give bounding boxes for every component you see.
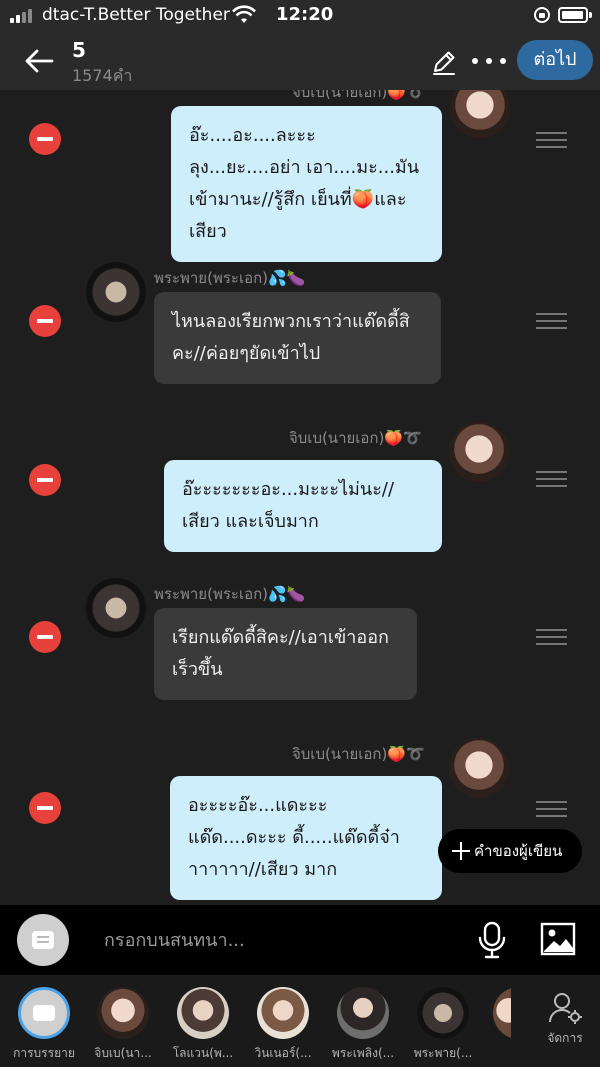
avatar	[86, 578, 146, 638]
chapter-title: 5	[72, 38, 86, 62]
character-label: พระเพลิง(...	[331, 1046, 395, 1060]
delete-message-button[interactable]	[29, 305, 61, 337]
character-label: วินเนอร์(...	[254, 1046, 312, 1060]
back-arrow-icon[interactable]	[22, 44, 56, 78]
sender-name: จิบเบ(นายเอก)🍑➰	[292, 745, 425, 763]
character-item[interactable]: วินเนอร์(...	[253, 987, 313, 1063]
narration-avatar	[18, 987, 70, 1039]
character-narration[interactable]: การบรรยาย	[13, 987, 75, 1063]
battery-icon	[558, 7, 592, 23]
character-item[interactable]: พระพาย(...	[413, 987, 473, 1063]
status-time: 12:20	[276, 4, 334, 25]
drag-handle-icon[interactable]	[536, 629, 567, 645]
character-item[interactable]: จิบเบ(นา...	[93, 987, 153, 1063]
delete-message-button[interactable]	[29, 123, 61, 155]
avatar	[86, 262, 146, 322]
chat-area[interactable]: จิบเบ(นายเอก)🍑➰ อ๊ะ....อะ....ละะะลุง...ย…	[0, 90, 600, 905]
avatar	[177, 987, 229, 1039]
input-bar	[0, 905, 600, 975]
character-label: โลแวน(พ...	[172, 1046, 234, 1060]
more-options-icon[interactable]	[472, 58, 506, 66]
avatar	[417, 987, 469, 1039]
character-label: พระพาย(...	[413, 1046, 473, 1060]
next-button[interactable]: ต่อไป	[517, 40, 593, 80]
wifi-icon	[232, 5, 256, 23]
manage-characters-button[interactable]: จัดการ	[540, 991, 590, 1048]
avatar	[97, 987, 149, 1039]
sender-name: พระพาย(พระเอก)💦🍆	[154, 269, 306, 287]
message-bubble[interactable]: เรียกแด๊ดดี้สิคะ//เอาเข้าออก เร็วขึ้น	[154, 608, 417, 700]
message-bubble[interactable]: อะะะะอ๊ะ...แดะะะแด๊ด....ดะะะ ดี้.....แด๊…	[170, 776, 442, 900]
message-bubble[interactable]: ไหนลองเรียกพวกเราว่าแด๊ดดี้สิ คะ//ค่อยๆย…	[154, 292, 441, 384]
character-bar: การบรรยาย จิบเบ(นา... โลแวน(พ... วินเนอร…	[0, 975, 600, 1067]
avatar	[449, 738, 509, 798]
sender-name: จิบเบ(นายเอก)🍑➰	[292, 90, 425, 101]
sender-name: พระพาย(พระเอก)💦🍆	[154, 585, 306, 603]
message-row: จิบเบ(นายเอก)🍑➰ อ๊ะ....อะ....ละะะลุง...ย…	[0, 90, 600, 262]
avatar	[337, 987, 389, 1039]
rotation-lock-icon	[534, 7, 550, 23]
message-row: จิบเบ(นายเอก)🍑➰ อะะะะอ๊ะ...แดะะะแด๊ด....…	[0, 738, 600, 905]
character-item[interactable]: โลแวน(พ...	[173, 987, 233, 1063]
message-input[interactable]	[90, 920, 450, 960]
delete-message-button[interactable]	[29, 792, 61, 824]
chapter-header: 5 1574คำ ต่อไป	[0, 32, 600, 90]
avatar	[449, 422, 509, 482]
drag-handle-icon[interactable]	[536, 471, 567, 487]
character-label: การบรรยาย	[13, 1046, 75, 1060]
message-row: จิบเบ(นายเอก)🍑➰ อ๊ะะะะะะะอะ...มะะะไม่นะ/…	[0, 422, 600, 562]
image-icon[interactable]	[540, 922, 576, 956]
delete-message-button[interactable]	[29, 621, 61, 653]
writer-note-label: คำของผู้เขียน	[474, 842, 563, 860]
character-label: จิบเบ(นา...	[94, 1046, 152, 1060]
message-bubble[interactable]: อ๊ะ....อะ....ละะะลุง...ยะ....อย่า เอา...…	[171, 106, 442, 262]
drag-handle-icon[interactable]	[536, 132, 567, 148]
avatar	[493, 987, 511, 1039]
drag-handle-icon[interactable]	[536, 313, 567, 329]
carrier-name: dtac-T.Better Together	[42, 5, 230, 25]
character-item-partial[interactable]	[493, 987, 511, 1039]
edit-pencil-icon[interactable]	[430, 48, 458, 76]
character-item[interactable]: พระเพลิง(...	[332, 987, 394, 1063]
writer-note-button[interactable]: คำของผู้เขียน	[438, 829, 582, 873]
delete-message-button[interactable]	[29, 464, 61, 496]
sender-name: จิบเบ(นายเอก)🍑➰	[289, 429, 422, 447]
signal-icon	[10, 9, 36, 23]
message-bubble[interactable]: อ๊ะะะะะะะอะ...มะะะไม่นะ//เสียว และเจ็บมา…	[164, 460, 442, 552]
word-count: 1574คำ	[72, 66, 133, 85]
avatar	[257, 987, 309, 1039]
narration-toggle-button[interactable]	[17, 914, 69, 966]
status-bar: dtac-T.Better Together 12:20	[0, 0, 600, 32]
manage-characters-icon	[548, 993, 582, 1024]
message-row: พระพาย(พระเอก)💦🍆 เรียกแด๊ดดี้สิคะ//เอาเข…	[0, 578, 600, 718]
message-row: พระพาย(พระเอก)💦🍆 ไหนลองเรียกพวกเราว่าแด๊…	[0, 262, 600, 402]
microphone-icon[interactable]	[477, 921, 507, 959]
plus-icon	[452, 842, 470, 860]
narration-icon	[32, 931, 54, 949]
drag-handle-icon[interactable]	[536, 801, 567, 817]
manage-label: จัดการ	[547, 1031, 583, 1045]
avatar	[450, 90, 510, 138]
